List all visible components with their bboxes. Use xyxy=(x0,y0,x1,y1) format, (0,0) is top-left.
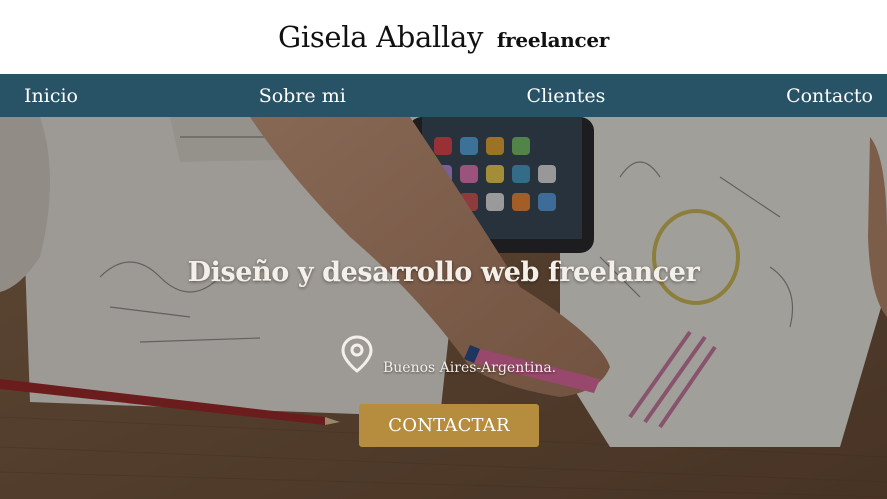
nav-item-inicio[interactable]: Inicio xyxy=(24,85,78,107)
site-title-role: freelancer xyxy=(496,28,610,52)
location-text: Buenos Aires-Argentina. xyxy=(383,360,557,376)
site-header: Gisela Aballay freelancer xyxy=(0,0,887,74)
map-pin-icon xyxy=(339,335,375,373)
nav-item-clientes[interactable]: Clientes xyxy=(527,85,606,107)
nav-item-sobre-mi[interactable]: Sobre mi xyxy=(259,85,346,107)
hero-content: Diseño y desarrollo web freelancer Bueno… xyxy=(0,117,887,499)
hero-title: Diseño y desarrollo web freelancer xyxy=(187,257,700,288)
site-title-name: Gisela Aballay xyxy=(277,20,484,54)
site-title[interactable]: Gisela Aballay freelancer xyxy=(278,20,609,54)
nav-item-contacto[interactable]: Contacto xyxy=(786,85,873,107)
main-nav: Inicio Sobre mi Clientes Contacto xyxy=(0,74,887,117)
contact-button[interactable]: CONTACTAR xyxy=(359,404,539,447)
hero-section: Diseño y desarrollo web freelancer Bueno… xyxy=(0,117,887,499)
